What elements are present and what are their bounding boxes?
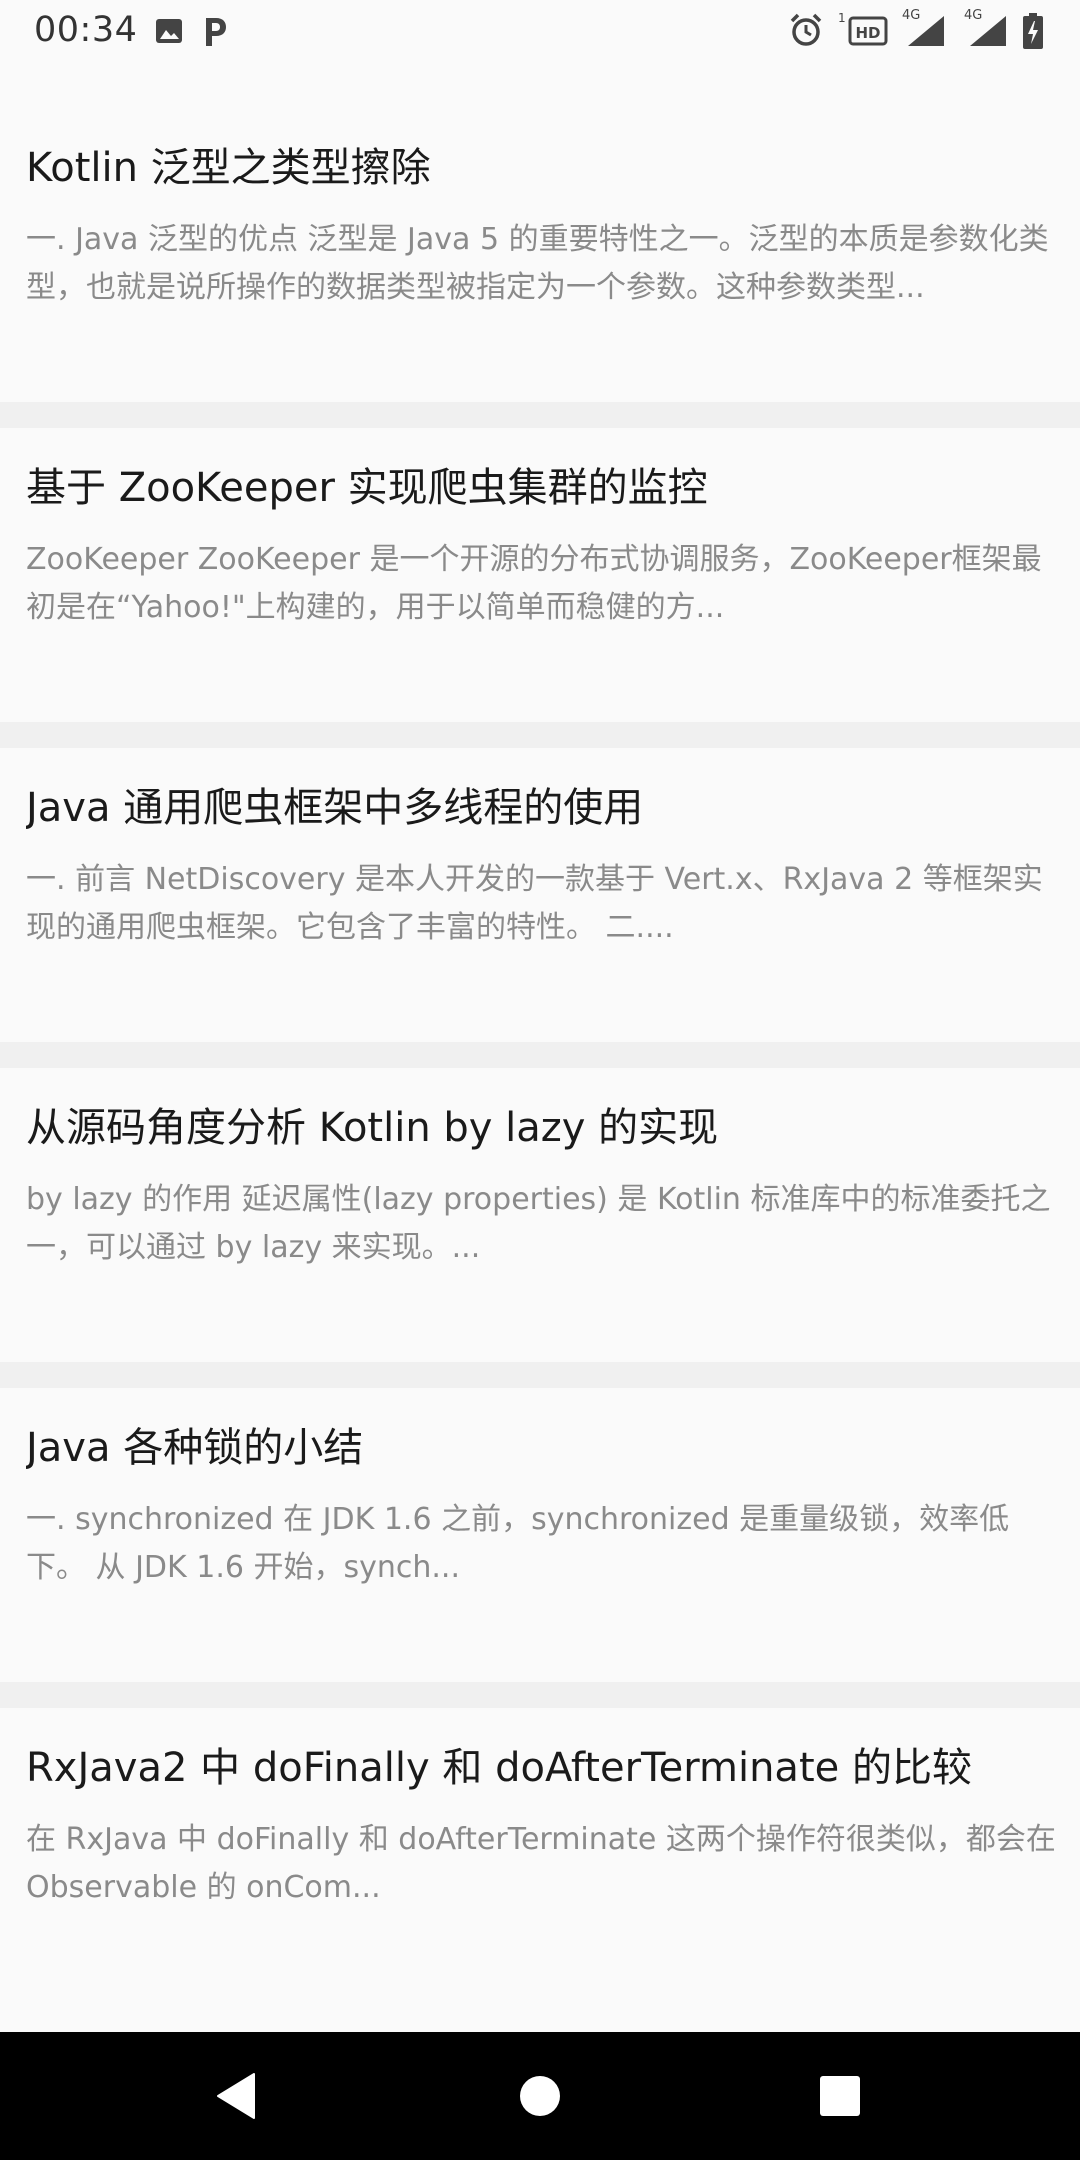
article-summary: by lazy 的作用 延迟属性(lazy properties) 是 Kotl… — [26, 1182, 1051, 1265]
back-icon[interactable] — [204, 2062, 272, 2130]
article-card-2[interactable]: 基于 ZooKeeper 实现爬虫集群的监控 ZooKeeper ZooKeep… — [0, 428, 1080, 722]
article-summary: ZooKeeper ZooKeeper 是一个开源的分布式协调服务，ZooKee… — [26, 542, 1042, 625]
status-bar: 00:34 1 HD 4G 4G — [0, 0, 1080, 64]
article-title: Kotlin 泛型之类型擦除 — [26, 145, 431, 191]
p-app-icon — [200, 14, 228, 48]
article-title: RxJava2 中 doFinally 和 doAfterTerminate 的… — [26, 1745, 972, 1791]
article-card-3[interactable]: Java 通用爬虫框架中多线程的使用 一. 前言 NetDiscovery 是本… — [0, 748, 1080, 1042]
home-icon[interactable] — [506, 2062, 574, 2130]
navigation-bar — [0, 2032, 1080, 2160]
article-title: Java 通用爬虫框架中多线程的使用 — [26, 785, 644, 831]
article-card-1[interactable]: Kotlin 泛型之类型擦除 一. Java 泛型的优点 泛型是 Java 5 … — [0, 108, 1080, 402]
image-icon — [154, 16, 184, 50]
article-title: 基于 ZooKeeper 实现爬虫集群的监控 — [26, 465, 708, 511]
screen: 00:34 1 HD 4G 4G Kotlin 泛型之类型擦除 一. Java … — [0, 0, 1080, 2160]
signal-4g-icon — [904, 14, 948, 48]
hd-prefix-label: 1 — [838, 11, 846, 25]
article-card-5[interactable]: Java 各种锁的小结 一. synchronized 在 JDK 1.6 之前… — [0, 1388, 1080, 1682]
article-card-6[interactable]: RxJava2 中 doFinally 和 doAfterTerminate 的… — [0, 1708, 1080, 2032]
article-title: 从源码角度分析 Kotlin by lazy 的实现 — [26, 1105, 719, 1151]
hd-icon: HD — [848, 14, 888, 48]
signal-4g-icon-2 — [966, 14, 1010, 48]
alarm-icon — [788, 12, 824, 46]
article-summary: 一. 前言 NetDiscovery 是本人开发的一款基于 Vert.x、RxJ… — [26, 862, 1043, 945]
article-summary: 一. synchronized 在 JDK 1.6 之前，synchronize… — [26, 1502, 1010, 1585]
article-summary: 在 RxJava 中 doFinally 和 doAfterTerminate … — [26, 1822, 1056, 1905]
recents-icon[interactable] — [806, 2062, 874, 2130]
list-top-spacer — [0, 64, 1080, 108]
battery-charging-icon — [1022, 12, 1044, 49]
article-summary: 一. Java 泛型的优点 泛型是 Java 5 的重要特性之一。泛型的本质是参… — [26, 222, 1049, 305]
article-card-4[interactable]: 从源码角度分析 Kotlin by lazy 的实现 by lazy 的作用 延… — [0, 1068, 1080, 1362]
svg-text:HD: HD — [855, 24, 880, 42]
article-title: Java 各种锁的小结 — [26, 1425, 364, 1471]
article-list[interactable]: Kotlin 泛型之类型擦除 一. Java 泛型的优点 泛型是 Java 5 … — [0, 64, 1080, 2032]
clock: 00:34 — [34, 10, 138, 50]
